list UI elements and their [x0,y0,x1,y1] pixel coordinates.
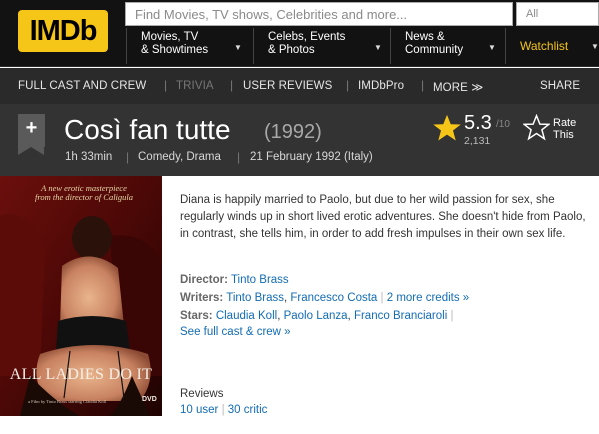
more-credits-link[interactable]: 2 more credits » [387,292,469,304]
chevron-down-icon: ▼ [374,43,382,52]
director-link[interactable]: Tinto Brass [231,274,289,286]
genres[interactable]: Comedy, Drama [138,151,221,163]
watchlist-label: Watchlist [520,39,569,53]
menu-celebs-events[interactable]: Celebs, Events & Photos ▼ [253,28,390,64]
chevron-down-icon: ▼ [488,43,496,52]
subnav-divider: | [346,78,350,92]
comma: , [277,310,281,322]
credit-divider: | [450,310,454,322]
rating-value: 5.3 [464,112,492,134]
poster-title: ALL LADIES DO IT [9,366,153,383]
star-link[interactable]: Paolo Lanza [284,310,348,322]
star-link[interactable]: Franco Branciaroli [354,310,447,322]
rate-this-button[interactable]: Rate This [553,117,576,141]
search-placeholder: Find Movies, TV shows, Celebrities and m… [135,7,408,22]
plot-summary: Diana is happily married to Paolo, but d… [180,194,586,240]
menu-celebs-events-label: Celebs, Events & Photos [268,31,346,56]
runtime: 1h 33min [65,151,113,163]
subnav-user-reviews[interactable]: USER REVIEWS [243,80,332,92]
writers-label: Writers: [180,292,224,304]
meta-divider: | [126,150,130,164]
imdb-logo[interactable]: IMDb [18,10,108,52]
full-cast-row: See full cast & crew » [180,326,291,338]
stars-row: Stars: Claudia Koll, Paolo Lanza, Franco… [180,310,453,322]
reviews-divider: | [221,404,225,416]
logo-text: IMDb [29,15,98,47]
menu-movies-tv-label: Movies, TV & Showtimes [141,31,209,56]
search-input[interactable]: Find Movies, TV shows, Celebrities and m… [125,2,513,26]
release-date[interactable]: 21 February 1992 (Italy) [250,151,373,163]
rating-max: /10 [496,119,510,130]
user-reviews-link[interactable]: 10 user [180,404,218,416]
chevron-down-icon: ▼ [234,43,242,52]
full-cast-link[interactable]: See full cast & crew » [180,326,291,338]
rating-star-icon [433,114,461,141]
credit-divider: | [380,292,384,304]
rate-star-icon[interactable] [523,114,550,141]
subnav-divider: | [164,78,168,92]
subnav-imdbpro[interactable]: IMDbPro [358,80,404,92]
poster-credit: a Film by Tinto Brass starring Claudia K… [28,399,107,404]
stars-label: Stars: [180,310,213,322]
subnav-divider: | [421,78,425,92]
subnav-more[interactable]: MORE ≫ [433,80,483,94]
poster-image[interactable]: A new erotic masterpiece from the direct… [0,176,162,416]
subnav-trivia[interactable]: TRIVIA [176,80,214,92]
director-label: Director: [180,274,228,286]
comma: , [283,292,288,304]
title-bar: + Così fan tutte (1992) 1h 33min | Comed… [0,104,599,176]
rating-count[interactable]: 2,131 [464,135,490,147]
menu-movies-tv[interactable]: Movies, TV & Showtimes ▼ [126,28,253,64]
reviews-row: 10 user | 30 critic [180,404,267,416]
plus-icon: + [25,117,38,139]
subnav-divider: | [230,78,234,92]
top-navbar: IMDb Find Movies, TV shows, Celebrities … [0,0,599,67]
star-link[interactable]: Claudia Koll [216,310,277,322]
add-to-watchlist-button[interactable]: + [18,114,45,155]
writers-row: Writers: Tinto Brass, Francesco Costa | … [180,292,469,304]
menu-news-community-label: News & Community [405,31,464,56]
comma: , [347,310,351,322]
subnav-full-cast[interactable]: FULL CAST AND CREW [18,80,146,92]
dvd-logo: DVD [142,396,157,403]
subnav-share[interactable]: SHARE [540,80,580,92]
watchlist-button[interactable]: Watchlist ▼ [505,28,599,64]
meta-divider: | [237,150,241,164]
reviews-label: Reviews [180,388,224,400]
search-category-value: All [526,8,539,20]
title-year[interactable]: (1992) [264,121,322,144]
search-category-select[interactable]: All [516,2,599,26]
title-subnav: FULL CAST AND CREW | TRIVIA | USER REVIE… [0,68,599,104]
chevron-down-icon: ▼ [591,42,599,51]
critic-reviews-link[interactable]: 30 critic [228,404,268,416]
page-title: Così fan tutte [64,114,231,145]
poster-tagline: A new erotic masterpiece from the direct… [34,183,134,202]
director-row: Director: Tinto Brass [180,274,289,286]
menu-news-community[interactable]: News & Community ▼ [390,28,505,64]
writer-link[interactable]: Francesco Costa [290,292,377,304]
writer-link[interactable]: Tinto Brass [226,292,284,304]
